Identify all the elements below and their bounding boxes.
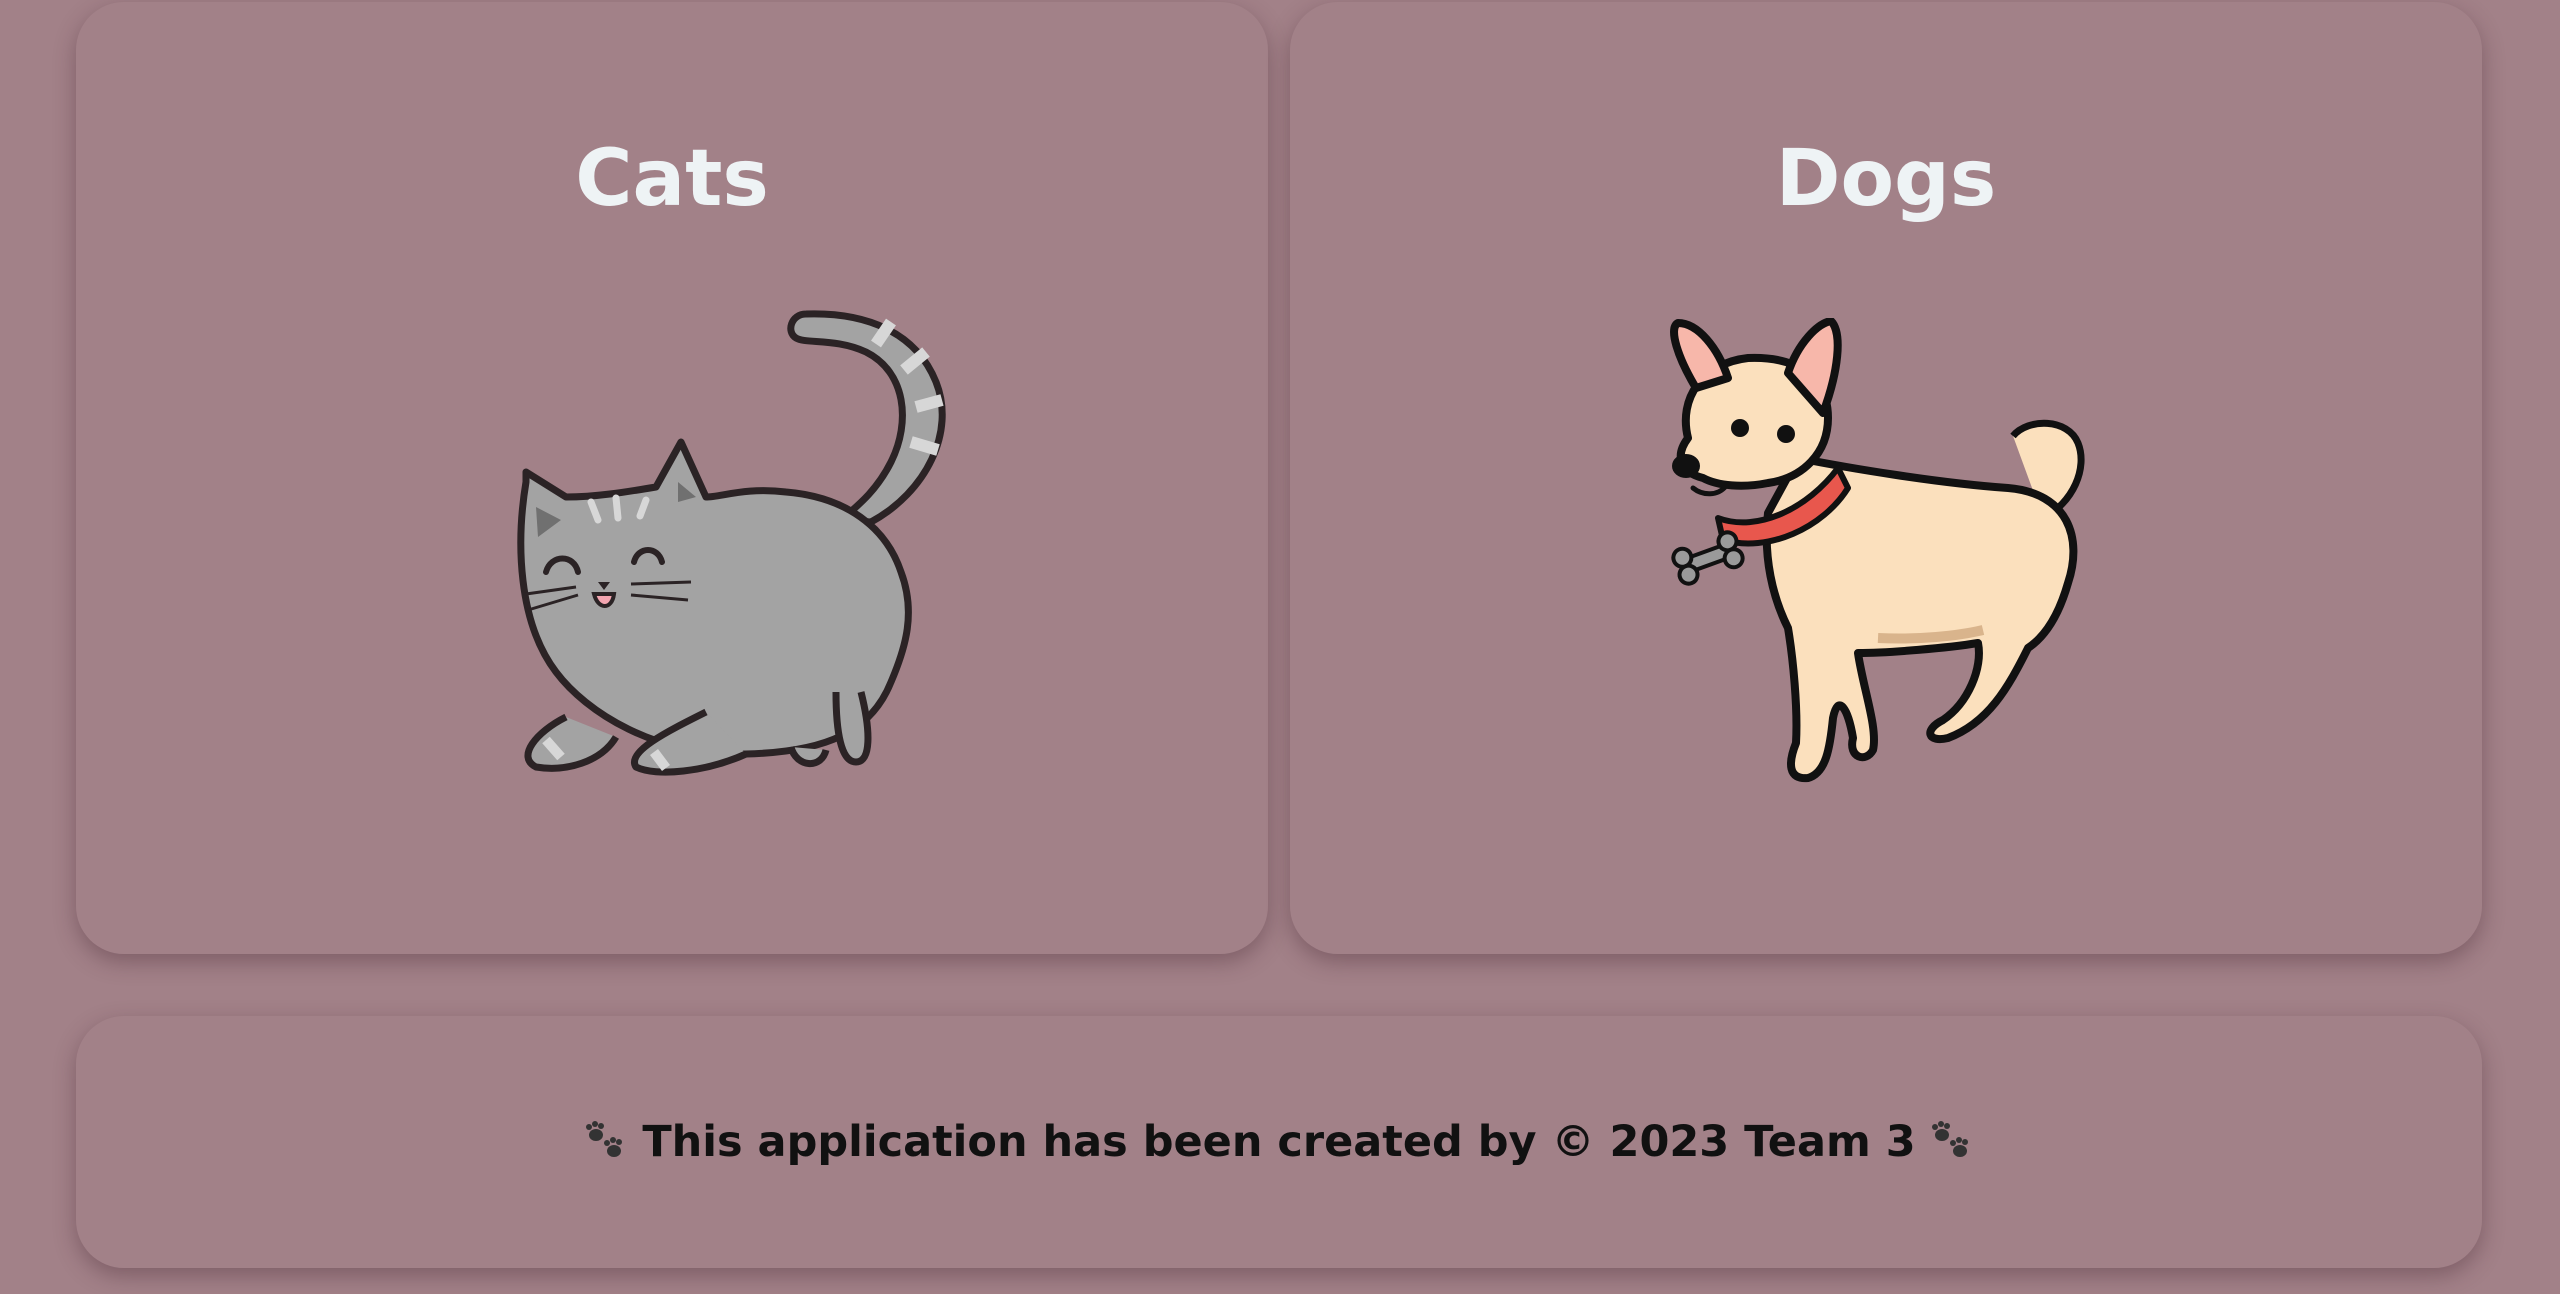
cat-illustration — [517, 310, 946, 776]
cats-card[interactable]: Cats — [76, 2, 1268, 954]
dogs-title: Dogs — [1775, 134, 1997, 224]
paw-prints-icon — [584, 1121, 628, 1163]
dog-illustration — [1670, 318, 2085, 783]
footer: This application has been created by © 2… — [76, 1016, 2482, 1268]
cats-title: Cats — [575, 134, 769, 224]
footer-credit-text: This application has been created by © 2… — [642, 1117, 1916, 1167]
dogs-card[interactable]: Dogs — [1290, 2, 2482, 954]
footer-text-row: This application has been created by © 2… — [76, 1016, 2482, 1268]
paw-prints-icon — [1930, 1121, 1974, 1163]
